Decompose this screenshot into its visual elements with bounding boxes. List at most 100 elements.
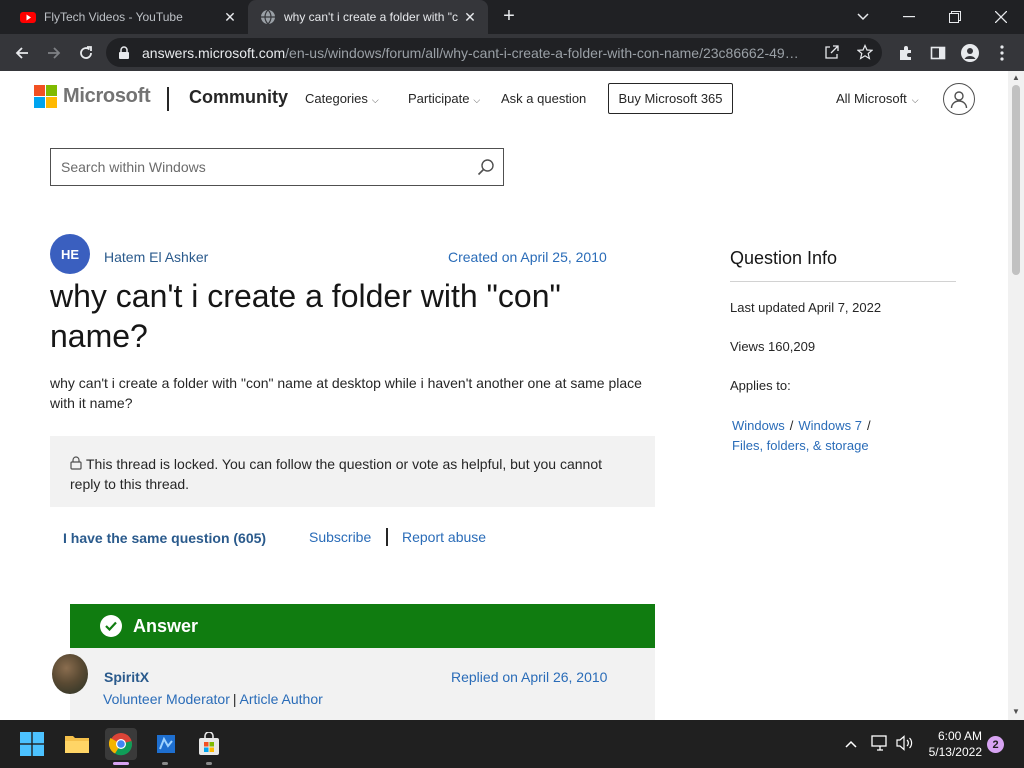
applies-link-windows-7[interactable]: Windows 7	[798, 418, 862, 433]
close-tab-icon[interactable]: ✕	[460, 7, 480, 27]
locked-thread-notice: This thread is locked. You can follow th…	[50, 436, 655, 507]
clock[interactable]: 6:00 AM 5/13/2022	[920, 728, 982, 760]
arrow-right-icon	[48, 47, 61, 59]
scroll-up-icon[interactable]: ▲	[1012, 74, 1020, 82]
side-panel-icon	[930, 46, 946, 60]
forward-button[interactable]	[40, 39, 68, 67]
address-bar[interactable]: answers.microsoft.com/en-us/windows/foru…	[106, 38, 882, 67]
reload-icon	[80, 46, 92, 59]
volume-icon[interactable]	[896, 735, 914, 754]
store-bag-icon	[199, 732, 219, 755]
microsoft-logo[interactable]: Microsoft	[34, 85, 151, 108]
replied-date: Replied on April 26, 2010	[451, 669, 608, 685]
views-count: Views 160,209	[730, 339, 816, 354]
search-icon[interactable]	[477, 158, 495, 176]
bookmark-star-icon[interactable]	[857, 44, 873, 60]
scrollbar-thumb[interactable]	[1012, 85, 1020, 275]
report-abuse-link[interactable]: Report abuse	[402, 529, 486, 545]
applies-to-label: Applies to:	[730, 378, 791, 393]
back-button[interactable]	[8, 39, 36, 67]
windows-taskbar: 6:00 AM 5/13/2022 2	[0, 720, 1024, 768]
answer-label: Answer	[133, 615, 199, 636]
search-input[interactable]	[61, 159, 471, 175]
file-explorer-button[interactable]	[61, 728, 93, 760]
search-box	[50, 148, 504, 186]
page-scrollbar[interactable]: ▲ ▼	[1008, 71, 1024, 720]
app-running-indicator	[206, 762, 212, 765]
nav-ask-question[interactable]: Ask a question	[501, 91, 586, 106]
browser-toolbar: answers.microsoft.com/en-us/windows/foru…	[0, 34, 1024, 71]
buy-microsoft-365-button[interactable]: Buy Microsoft 365	[608, 83, 733, 114]
divider	[730, 281, 956, 282]
question-body: why can't i create a folder with "con" n…	[50, 375, 642, 411]
tab-youtube[interactable]: FlyTech Videos - YouTube ✕	[8, 0, 248, 34]
replier-roles: Volunteer Moderator | Article Author	[103, 691, 323, 707]
same-question-button[interactable]: I have the same question (605)	[63, 530, 266, 546]
app-icon	[157, 735, 175, 753]
question-info-title: Question Info	[730, 248, 838, 268]
replier-name[interactable]: SpiritX	[104, 669, 149, 685]
tab-search-icon[interactable]	[840, 0, 886, 34]
extensions-button[interactable]	[892, 39, 920, 67]
network-icon[interactable]	[871, 735, 889, 754]
lock-icon	[119, 45, 129, 59]
role-volunteer-moderator[interactable]: Volunteer Moderator	[103, 691, 230, 707]
nav-label: Participate	[408, 91, 470, 106]
puzzle-icon	[900, 46, 911, 60]
globe-icon	[261, 9, 275, 25]
notification-badge[interactable]: 2	[987, 736, 1004, 753]
nav-label: Categories	[305, 91, 368, 106]
minimize-button[interactable]	[886, 0, 932, 34]
slash-separator: /	[789, 418, 794, 433]
profile-button[interactable]	[956, 39, 984, 67]
more-vertical-icon	[1000, 45, 1004, 61]
close-window-button[interactable]	[978, 0, 1024, 34]
community-link[interactable]: Community	[189, 87, 288, 108]
role-article-author[interactable]: Article Author	[240, 691, 323, 707]
applies-link-files-folders[interactable]: Files, folders, & storage	[732, 438, 869, 453]
browser-menu-button[interactable]	[988, 39, 1016, 67]
url-path: /en-us/windows/forum/all/why-cant-i-crea…	[285, 44, 799, 61]
author-name[interactable]: Hatem El Ashker	[104, 249, 208, 265]
app-running-indicator	[162, 762, 168, 765]
tray-overflow-icon[interactable]	[845, 735, 857, 751]
chevron-down-icon: ⌵	[371, 95, 379, 105]
url-host: answers.microsoft.com	[142, 44, 286, 61]
store-taskbar-button[interactable]	[193, 728, 225, 760]
brand-name: Microsoft	[63, 85, 151, 107]
active-app-indicator	[113, 762, 129, 765]
scroll-down-icon[interactable]: ▼	[1012, 708, 1020, 716]
folder-icon	[65, 736, 89, 753]
clock-date: 5/13/2022	[928, 745, 982, 759]
nav-categories[interactable]: Categories ⌵	[305, 91, 379, 106]
last-updated: Last updated April 7, 2022	[730, 300, 882, 315]
start-button[interactable]	[16, 728, 48, 760]
sign-in-avatar[interactable]	[943, 83, 975, 115]
tab-active-question[interactable]: why can't i create a folder with "c ✕	[248, 0, 488, 34]
replier-avatar[interactable]	[52, 654, 88, 694]
microsoft-logo-icon	[34, 85, 57, 108]
arrow-left-icon	[15, 47, 28, 59]
lock-icon	[70, 456, 82, 470]
reload-button[interactable]	[72, 39, 100, 67]
applies-link-windows[interactable]: Windows	[732, 418, 785, 433]
side-panel-button[interactable]	[924, 39, 952, 67]
subscribe-link[interactable]: Subscribe	[309, 529, 371, 545]
all-microsoft-label: All Microsoft	[836, 91, 907, 106]
chrome-taskbar-button[interactable]	[105, 728, 137, 760]
nav-participate[interactable]: Participate ⌵	[408, 91, 480, 106]
new-tab-button[interactable]: +	[498, 6, 520, 27]
browser-tab-strip: FlyTech Videos - YouTube ✕ why can't i c…	[0, 0, 1024, 34]
role-separator: |	[232, 691, 237, 707]
author-avatar[interactable]: HE	[50, 234, 90, 274]
applies-to-links: Windows / Windows 7 / Files, folders, & stor…	[732, 416, 932, 456]
slash-separator: /	[866, 418, 871, 433]
all-microsoft-menu[interactable]: All Microsoft ⌵	[836, 91, 919, 106]
restore-button[interactable]	[932, 0, 978, 34]
question-title: why can't i create a folder with "con" n…	[50, 278, 561, 354]
close-tab-icon[interactable]: ✕	[220, 7, 240, 27]
share-icon[interactable]	[824, 44, 840, 60]
header-divider	[167, 87, 169, 111]
profile-icon	[961, 44, 979, 62]
app-taskbar-button[interactable]	[150, 728, 182, 760]
